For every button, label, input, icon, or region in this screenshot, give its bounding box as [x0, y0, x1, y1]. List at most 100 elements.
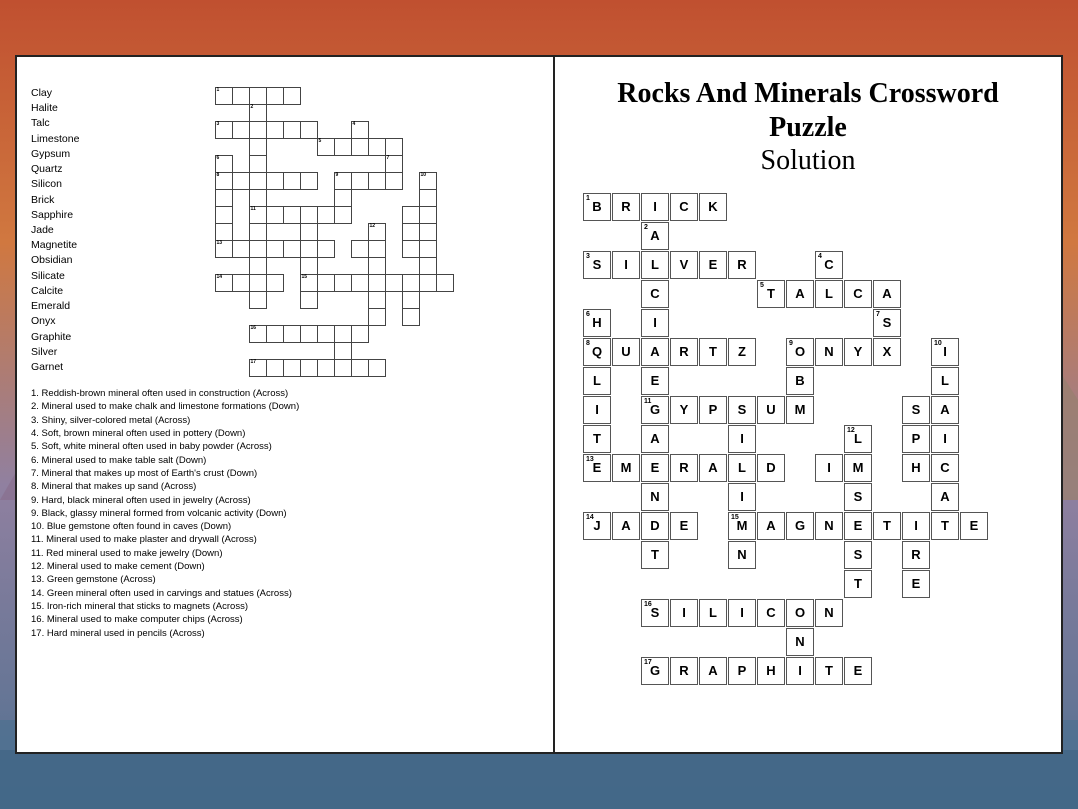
puzzle-cell[interactable]: 3 [215, 122, 232, 139]
puzzle-cell[interactable] [402, 360, 419, 377]
puzzle-cell[interactable] [334, 88, 351, 105]
puzzle-cell[interactable] [283, 190, 300, 207]
puzzle-cell[interactable] [317, 343, 334, 360]
puzzle-cell[interactable] [300, 258, 317, 275]
puzzle-cell[interactable] [334, 275, 351, 292]
puzzle-cell[interactable] [368, 258, 385, 275]
puzzle-cell[interactable] [402, 292, 419, 309]
puzzle-cell[interactable] [368, 105, 385, 122]
puzzle-cell[interactable] [334, 343, 351, 360]
puzzle-cell[interactable] [402, 258, 419, 275]
puzzle-cell[interactable] [402, 224, 419, 241]
puzzle-cell[interactable] [300, 139, 317, 156]
puzzle-cell[interactable] [351, 360, 368, 377]
puzzle-cell[interactable] [300, 88, 317, 105]
puzzle-cell[interactable] [419, 122, 436, 139]
puzzle-cell[interactable] [215, 258, 232, 275]
puzzle-cell[interactable] [283, 156, 300, 173]
puzzle-cell[interactable] [402, 173, 419, 190]
puzzle-cell[interactable] [283, 258, 300, 275]
puzzle-cell[interactable] [436, 105, 453, 122]
puzzle-cell[interactable] [317, 105, 334, 122]
puzzle-cell[interactable] [334, 139, 351, 156]
puzzle-cell[interactable] [232, 241, 249, 258]
puzzle-cell[interactable] [283, 292, 300, 309]
puzzle-cell[interactable] [232, 343, 249, 360]
puzzle-cell[interactable] [436, 190, 453, 207]
puzzle-cell[interactable] [368, 241, 385, 258]
puzzle-cell[interactable] [436, 139, 453, 156]
puzzle-cell[interactable] [351, 88, 368, 105]
puzzle-cell[interactable] [283, 360, 300, 377]
puzzle-cell[interactable] [419, 241, 436, 258]
puzzle-cell[interactable] [300, 224, 317, 241]
puzzle-cell[interactable] [215, 190, 232, 207]
puzzle-cell[interactable] [368, 190, 385, 207]
puzzle-cell[interactable] [232, 122, 249, 139]
puzzle-cell[interactable] [232, 190, 249, 207]
puzzle-cell[interactable] [249, 88, 266, 105]
puzzle-cell[interactable] [419, 326, 436, 343]
puzzle-cell[interactable] [419, 190, 436, 207]
puzzle-cell[interactable] [215, 105, 232, 122]
puzzle-cell[interactable] [334, 156, 351, 173]
puzzle-cell[interactable] [283, 241, 300, 258]
puzzle-cell[interactable] [436, 156, 453, 173]
puzzle-cell[interactable] [334, 190, 351, 207]
puzzle-cell[interactable] [419, 343, 436, 360]
puzzle-cell[interactable] [419, 139, 436, 156]
puzzle-cell[interactable] [232, 173, 249, 190]
puzzle-cell[interactable] [283, 207, 300, 224]
puzzle-cell[interactable] [402, 122, 419, 139]
puzzle-cell[interactable]: 14 [215, 275, 232, 292]
puzzle-cell[interactable] [300, 207, 317, 224]
puzzle-cell[interactable] [266, 258, 283, 275]
puzzle-cell[interactable] [283, 309, 300, 326]
puzzle-cell[interactable] [232, 292, 249, 309]
puzzle-cell[interactable] [266, 139, 283, 156]
puzzle-cell[interactable] [283, 139, 300, 156]
puzzle-cell[interactable] [249, 258, 266, 275]
puzzle-cell[interactable] [436, 88, 453, 105]
puzzle-cell[interactable]: 6 [215, 156, 232, 173]
puzzle-cell[interactable]: 4 [351, 122, 368, 139]
puzzle-cell[interactable]: 2 [249, 105, 266, 122]
puzzle-cell[interactable] [317, 292, 334, 309]
puzzle-cell[interactable] [232, 88, 249, 105]
puzzle-cell[interactable] [266, 275, 283, 292]
puzzle-cell[interactable]: 17 [249, 360, 266, 377]
puzzle-cell[interactable] [249, 122, 266, 139]
puzzle-cell[interactable] [402, 88, 419, 105]
puzzle-cell[interactable] [266, 207, 283, 224]
puzzle-cell[interactable] [351, 241, 368, 258]
puzzle-cell[interactable] [317, 258, 334, 275]
puzzle-cell[interactable] [249, 156, 266, 173]
puzzle-cell[interactable] [300, 156, 317, 173]
puzzle-cell[interactable] [368, 292, 385, 309]
puzzle-cell[interactable] [249, 275, 266, 292]
puzzle-cell[interactable] [385, 173, 402, 190]
puzzle-cell[interactable] [402, 275, 419, 292]
puzzle-cell[interactable] [317, 122, 334, 139]
puzzle-cell[interactable] [334, 207, 351, 224]
puzzle-cell[interactable] [436, 360, 453, 377]
puzzle-cell[interactable] [385, 343, 402, 360]
puzzle-cell[interactable] [215, 360, 232, 377]
puzzle-cell[interactable] [215, 309, 232, 326]
puzzle-cell[interactable] [266, 105, 283, 122]
puzzle-cell[interactable] [300, 326, 317, 343]
puzzle-cell[interactable] [351, 275, 368, 292]
puzzle-cell[interactable]: 1 [215, 88, 232, 105]
puzzle-cell[interactable] [317, 190, 334, 207]
puzzle-cell[interactable] [368, 88, 385, 105]
puzzle-cell[interactable] [283, 88, 300, 105]
puzzle-cell[interactable] [351, 207, 368, 224]
puzzle-cell[interactable] [385, 224, 402, 241]
puzzle-cell[interactable] [283, 326, 300, 343]
puzzle-cell[interactable] [385, 207, 402, 224]
puzzle-cell[interactable] [317, 88, 334, 105]
puzzle-cell[interactable] [283, 122, 300, 139]
puzzle-cell[interactable] [419, 309, 436, 326]
puzzle-cell[interactable] [300, 343, 317, 360]
puzzle-cell[interactable] [317, 241, 334, 258]
